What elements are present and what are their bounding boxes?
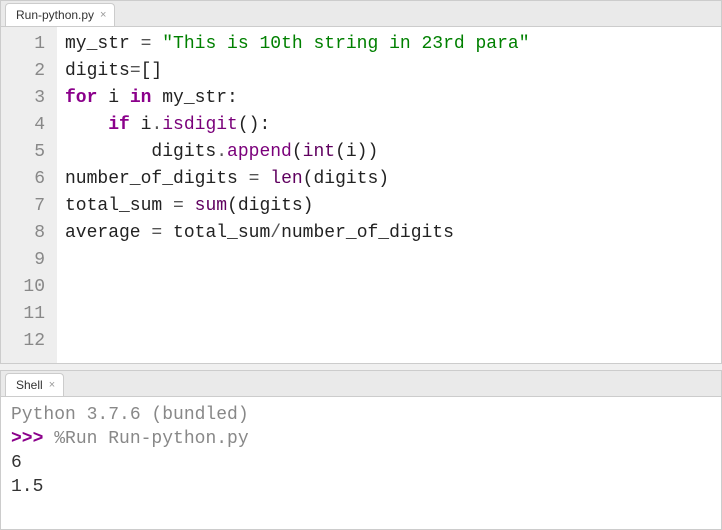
line-gutter: 1 2 3 4 5 6 7 8 9 10 11 12 (1, 27, 57, 363)
editor-panel: Run-python.py × 1 2 3 4 5 6 7 8 9 10 11 … (0, 0, 722, 364)
line-number: 7 (9, 193, 45, 220)
line-number: 6 (9, 166, 45, 193)
line-number: 12 (9, 328, 45, 355)
line-number: 11 (9, 301, 45, 328)
code-line: digits.append(int(i)) (65, 139, 713, 166)
code-editor[interactable]: 1 2 3 4 5 6 7 8 9 10 11 12 my_str = "Thi… (1, 27, 721, 363)
editor-tab[interactable]: Run-python.py × (5, 3, 115, 26)
shell-tab-bar: Shell × (1, 371, 721, 397)
shell-command-line: >>> %Run Run-python.py (11, 427, 711, 451)
shell-output[interactable]: Python 3.7.6 (bundled)>>> %Run Run-pytho… (1, 397, 721, 529)
line-number: 9 (9, 247, 45, 274)
code-line: total_sum = sum(digits) (65, 193, 713, 220)
code-line: digits=[] (65, 58, 713, 85)
line-number: 1 (9, 31, 45, 58)
code-line: if i.isdigit(): (65, 112, 713, 139)
editor-tab-label: Run-python.py (16, 8, 94, 22)
code-line: my_str = "This is 10th string in 23rd pa… (65, 31, 713, 58)
line-number: 3 (9, 85, 45, 112)
line-number: 5 (9, 139, 45, 166)
shell-version: Python 3.7.6 (bundled) (11, 403, 711, 427)
close-icon[interactable]: × (49, 379, 55, 391)
shell-prompt: >>> (11, 429, 54, 449)
editor-tab-bar: Run-python.py × (1, 1, 721, 27)
shell-tab[interactable]: Shell × (5, 373, 64, 396)
code-area[interactable]: my_str = "This is 10th string in 23rd pa… (57, 27, 721, 363)
code-line: for i in my_str: (65, 85, 713, 112)
shell-panel: Shell × Python 3.7.6 (bundled)>>> %Run R… (0, 370, 722, 530)
line-number: 10 (9, 274, 45, 301)
shell-command: %Run Run-python.py (54, 429, 248, 449)
line-number: 4 (9, 112, 45, 139)
shell-output-line: 1.5 (11, 475, 711, 499)
code-line: average = total_sum/number_of_digits (65, 220, 713, 247)
shell-tab-label: Shell (16, 378, 43, 392)
line-number: 8 (9, 220, 45, 247)
shell-output-line: 6 (11, 451, 711, 475)
code-line: number_of_digits = len(digits) (65, 166, 713, 193)
close-icon[interactable]: × (100, 9, 106, 21)
line-number: 2 (9, 58, 45, 85)
